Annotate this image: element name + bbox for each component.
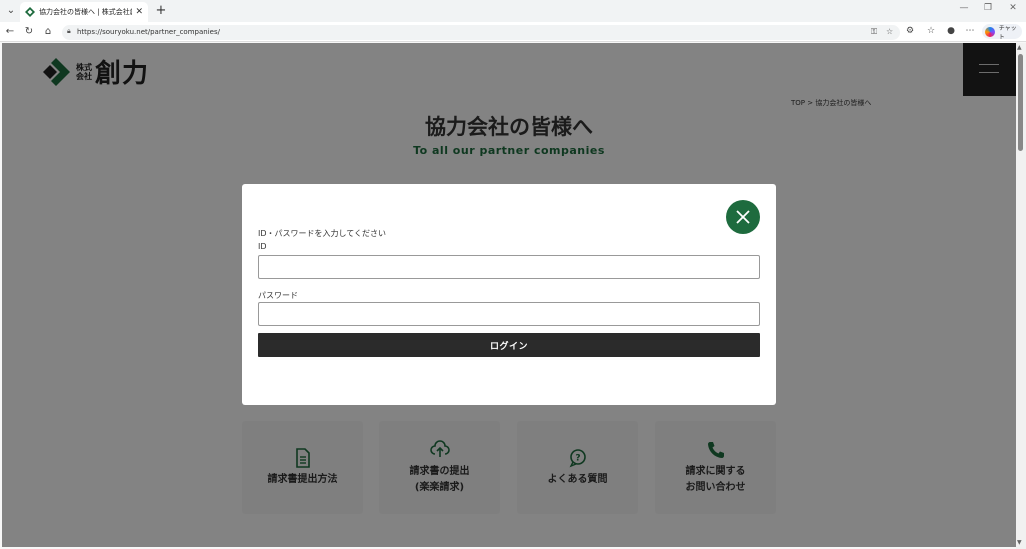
address-bar-row: ← ↻ ⌂ 🔒︎ https://souryoku.net/partner_co… [0,22,1026,42]
refresh-icon[interactable]: ↻ [22,25,36,39]
login-modal: ID・パスワードを入力してください ID パスワード ログイン [242,184,776,405]
browser-tab[interactable]: 協力会社の皆様へ | 株式会社創力 ✕ [20,2,148,22]
password-label: パスワード [258,291,298,300]
tab-list-chevron-icon[interactable]: ⌄ [3,3,19,19]
more-menu-icon[interactable]: ⋯ [963,26,977,36]
minimize-icon[interactable]: — [954,3,974,13]
chat-label: チャット [998,24,1017,41]
key-icon[interactable]: ⚿ [871,27,877,37]
browser-tab-bar: ⌄ 協力会社の皆様へ | 株式会社創力 ✕ + — ❐ ✕ [0,0,1026,22]
login-button[interactable]: ログイン [258,333,760,357]
modal-close-button[interactable] [726,200,760,234]
url-text: https://souryoku.net/partner_companies/ [77,28,220,36]
url-field[interactable]: 🔒︎ https://souryoku.net/partner_companie… [62,25,900,40]
close-icon [736,210,750,224]
tab-close-icon[interactable]: ✕ [135,7,143,17]
tab-title: 協力会社の皆様へ | 株式会社創力 [39,8,132,16]
home-icon[interactable]: ⌂ [41,25,55,39]
scroll-down-icon[interactable]: ▼ [1017,539,1022,546]
id-input[interactable] [258,255,760,279]
id-label: ID [258,242,267,251]
login-instruction: ID・パスワードを入力してください [258,229,387,238]
password-input[interactable] [258,302,760,326]
scroll-up-icon[interactable]: ▲ [1017,44,1022,51]
lock-icon: 🔒︎ [67,27,71,35]
copilot-icon [985,26,995,37]
profile-avatar-icon[interactable]: ● [944,26,958,36]
page-scrollbar[interactable]: ▲ ▼ [1016,43,1026,549]
scroll-thumb[interactable] [1018,54,1023,151]
copilot-chat-button[interactable]: チャット [982,24,1022,41]
close-window-icon[interactable]: ✕ [1003,3,1023,13]
new-tab-button[interactable]: + [154,3,168,19]
back-arrow-icon[interactable]: ← [3,25,17,39]
site-favicon-icon [25,7,35,17]
extensions-icon[interactable]: ⚙ [903,26,917,36]
favorites-icon[interactable]: ☆ [924,26,938,36]
page-viewport: 株式 会社 創力 TOP > 協力会社の皆様へ 協力会社の皆様へ To all … [2,43,1016,547]
favorite-star-icon[interactable]: ☆ [886,27,893,36]
restore-icon[interactable]: ❐ [978,3,998,13]
